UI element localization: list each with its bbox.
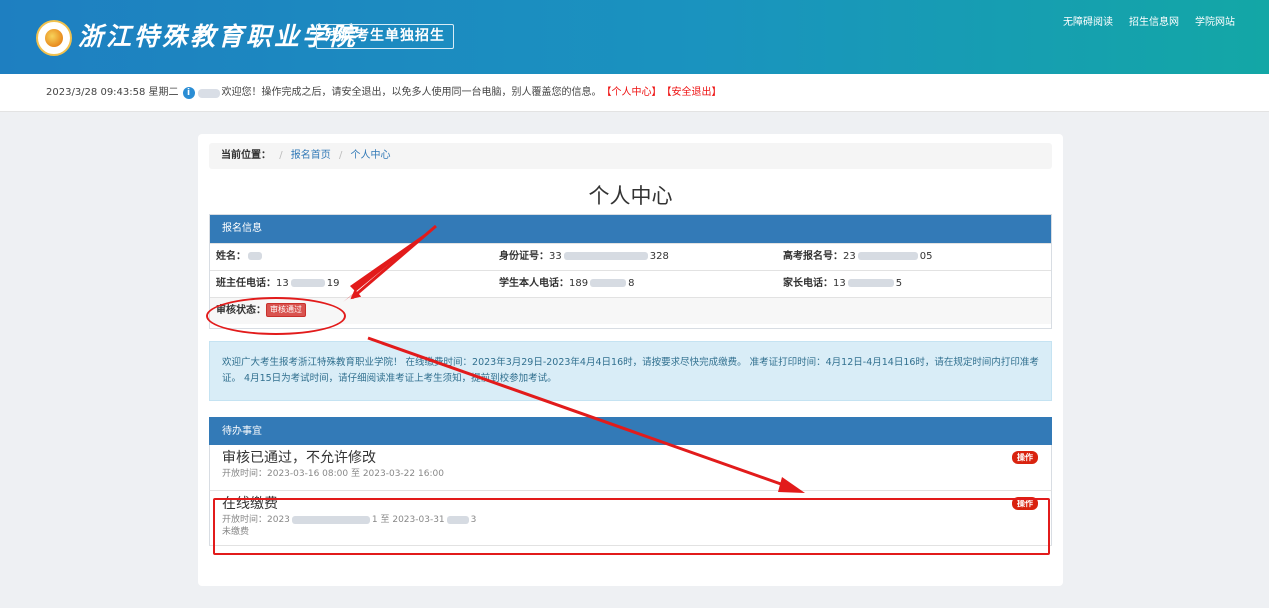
exam-value-suffix: 05: [919, 251, 933, 262]
personal-center-link[interactable]: 【个人中心】: [602, 87, 662, 99]
operate-button[interactable]: 操作: [1012, 451, 1038, 464]
student-phone-label: 学生本人电话：: [499, 278, 569, 289]
breadcrumb-home[interactable]: 报名首页: [291, 150, 331, 161]
nav-admission-site[interactable]: 招生信息网: [1129, 17, 1179, 29]
masked-id: [563, 252, 648, 260]
masked-username: [197, 88, 220, 98]
sub-title-badge: 残疾考生单独招生: [316, 24, 454, 49]
masked-name: [248, 252, 262, 260]
parent-phone-suffix: 5: [895, 278, 903, 289]
datetime: 2023/3/28 09:43:58 星期二: [46, 87, 179, 98]
breadcrumb-label: 当前位置：: [221, 150, 271, 161]
nav-college-site[interactable]: 学院网站: [1195, 17, 1235, 29]
page-title: 个人中心: [588, 184, 673, 208]
exam-number-label: 高考报名号：: [783, 251, 843, 262]
teacher-phone-prefix: 13: [276, 278, 289, 289]
masked-student-phone: [590, 279, 627, 287]
info-icon: i: [182, 87, 195, 99]
annotation-ellipse: [206, 297, 346, 335]
id-label: 身份证号：: [499, 251, 549, 262]
id-value-prefix: 33: [549, 251, 562, 262]
nav-accessible-reading[interactable]: 无障碍阅读: [1063, 17, 1113, 29]
breadcrumb: 当前位置： / 报名首页 / 个人中心: [209, 143, 1052, 169]
list-item: 审核已通过，不允许修改 开放时间：2023-03-16 08:00 至 2023…: [209, 445, 1052, 491]
info-row: 姓名： 身份证号：33 328 高考报名号：23 05: [210, 243, 1051, 270]
breadcrumb-sep: /: [338, 150, 343, 161]
teacher-phone-suffix: 19: [326, 278, 340, 289]
breadcrumb-current[interactable]: 个人中心: [351, 150, 391, 161]
top-nav: 无障碍阅读 招生信息网 学院网站: [1063, 17, 1235, 29]
name-label: 姓名：: [216, 251, 246, 262]
notice-box: 欢迎广大考生报考浙江特殊教育职业学院！ 在线缴费时间：2023年3月29日-20…: [209, 341, 1052, 401]
exam-value-prefix: 23: [843, 251, 856, 262]
welcome-text: 欢迎您！操作完成之后，请安全退出，以免多人使用同一台电脑，别人覆盖您的信息。: [221, 87, 602, 98]
masked-teacher-phone: [290, 279, 325, 287]
site-header: 浙江特殊教育职业学院 残疾考生单独招生 无障碍阅读 招生信息网 学院网站: [0, 0, 1269, 74]
annotation-rectangle: [213, 498, 1050, 555]
todo-heading: 待办事宜: [209, 417, 1052, 445]
registration-heading: 报名信息: [210, 215, 1051, 243]
logout-link[interactable]: 【安全退出】: [662, 87, 722, 99]
info-row: 班主任电话：13 19 学生本人电话：189 8 家长电话：13 5: [210, 270, 1051, 297]
student-phone-suffix: 8: [628, 278, 635, 289]
id-value-suffix: 328: [649, 251, 669, 262]
school-logo-icon: [36, 20, 72, 56]
teacher-phone-label: 班主任电话：: [216, 278, 276, 289]
info-bar: 2023/3/28 09:43:58 星期二 i 欢迎您！操作完成之后，请安全退…: [0, 74, 1269, 112]
parent-phone-prefix: 13: [833, 278, 846, 289]
student-phone-prefix: 189: [569, 278, 589, 289]
breadcrumb-sep: /: [279, 150, 283, 161]
todo-time: 开放时间：2023-03-16 08:00 至 2023-03-22 16:00: [222, 469, 444, 479]
todo-title: 审核已通过，不允许修改: [222, 450, 376, 466]
masked-parent-phone: [847, 279, 894, 287]
masked-exam-number: [857, 252, 918, 260]
parent-phone-label: 家长电话：: [783, 278, 833, 289]
